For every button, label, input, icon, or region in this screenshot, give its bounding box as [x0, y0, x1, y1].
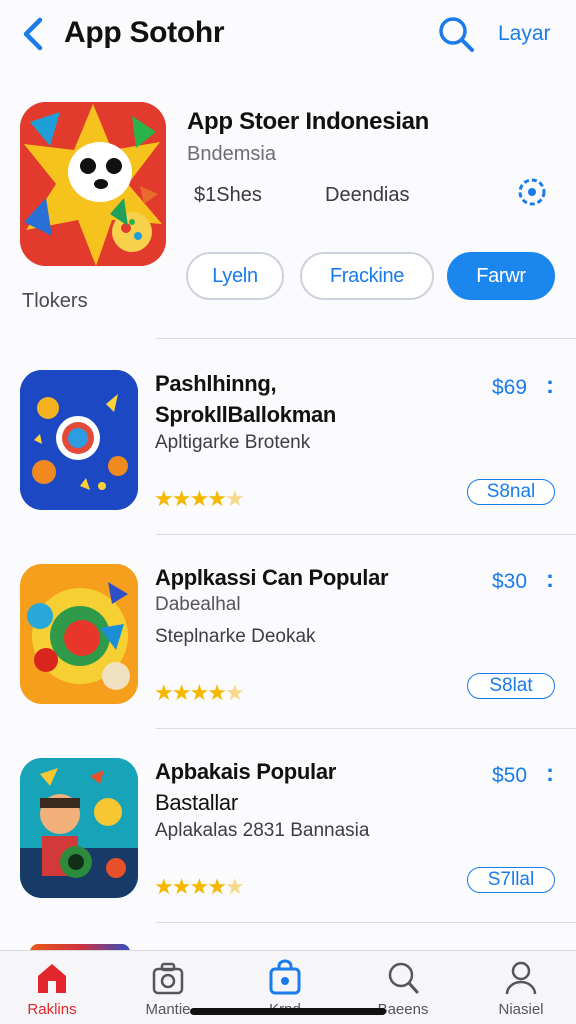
app-icon: [20, 370, 138, 510]
divider: [156, 534, 576, 535]
app-title-line: Pashlhinng,: [155, 371, 277, 396]
featured-button-1[interactable]: Lyeln: [186, 252, 284, 300]
home-indicator: [190, 1008, 386, 1015]
list-item[interactable]: Applkassi Can Popular Dabealhal Steplnar…: [0, 556, 576, 736]
get-button[interactable]: S7llal: [467, 867, 555, 893]
half-star-icon: ★: [224, 486, 245, 511]
featured-app-title: App Stoer Indonesian: [187, 108, 430, 135]
star-icon: ★: [207, 486, 227, 511]
featured-primary-button[interactable]: Farwr: [447, 252, 555, 300]
search-icon: [388, 962, 419, 994]
app-icon: [20, 758, 138, 898]
search-icon[interactable]: [436, 14, 476, 54]
camera-icon: [152, 962, 184, 995]
featured-app-price: $1Shes: [194, 184, 262, 206]
divider: [156, 922, 576, 923]
header-action-link[interactable]: Layar: [498, 22, 551, 46]
featured-app-icon[interactable]: [20, 102, 166, 266]
page-title: App Sotohr: [64, 16, 225, 49]
more-options-icon[interactable]: :: [546, 760, 554, 788]
tab-label: Niasiel: [498, 1001, 544, 1018]
featured-artwork: [20, 102, 166, 266]
more-options-icon[interactable]: :: [546, 566, 554, 594]
app-subtitle: Dabealhal: [155, 594, 241, 615]
star-icon: ★: [154, 680, 174, 705]
home-icon: [38, 964, 66, 993]
app-title-line: Bastallar: [155, 790, 238, 815]
app-artwork: [20, 370, 138, 510]
star-icon: ★: [154, 874, 174, 899]
app-title-line: Apbakais Popular: [155, 759, 337, 784]
section-label: Tlokers: [22, 290, 88, 312]
star-icon: ★: [171, 486, 192, 511]
featured-button-2[interactable]: Frackine: [300, 252, 434, 300]
app-price: $30: [492, 570, 528, 593]
divider: [156, 338, 576, 339]
tab-label: Raklins: [27, 1001, 77, 1018]
back-chevron-icon[interactable]: [16, 14, 50, 54]
person-icon: [505, 961, 537, 995]
app-price: $69: [492, 376, 528, 399]
app-icon: [20, 564, 138, 704]
star-icon: ★: [189, 486, 209, 511]
get-button[interactable]: S8nal: [467, 479, 555, 505]
list-item[interactable]: Apbakais Popular Bastallar Aplakalas 283…: [0, 750, 576, 930]
star-icon: ★: [189, 680, 209, 705]
star-icon: ★: [189, 874, 209, 899]
app-artwork: [20, 758, 138, 898]
rating-stars: ★★★★★: [154, 874, 245, 900]
app-artwork: [20, 564, 138, 704]
tab-profile[interactable]: Niasiel: [476, 959, 566, 1023]
app-category: Aplakalas 2831 Bannasia: [155, 820, 370, 841]
tab-home[interactable]: Raklins: [7, 959, 97, 1023]
get-button[interactable]: S8lat: [467, 673, 555, 699]
rating-stars: ★★★★★: [154, 486, 245, 512]
half-star-icon: ★: [224, 874, 245, 899]
app-category: Apltigarke Brotenk: [155, 432, 311, 453]
app-title: Pashlhinng, SprokllBallokman: [155, 368, 455, 430]
settings-gear-icon[interactable]: [514, 174, 550, 210]
star-icon: ★: [171, 874, 192, 899]
app-category: Steplnarke Deokak: [155, 626, 316, 647]
half-star-icon: ★: [224, 680, 245, 705]
app-title: Apbakais Popular Bastallar: [155, 756, 455, 818]
app-title: Applkassi Can Popular: [155, 562, 455, 593]
header: App Sotohr Layar: [0, 0, 576, 72]
featured-app-subtitle: Bndemsia: [187, 143, 276, 165]
rating-stars: ★★★★★: [154, 680, 245, 706]
more-options-icon[interactable]: :: [546, 372, 554, 400]
star-icon: ★: [154, 486, 174, 511]
app-title-line: Applkassi Can Popular: [155, 565, 389, 590]
app-title-line: SprokllBallokman: [155, 402, 337, 427]
star-icon: ★: [171, 680, 192, 705]
star-icon: ★: [207, 874, 227, 899]
featured-app-downloads: Deendias: [325, 184, 410, 206]
app-price: $50: [492, 764, 528, 787]
list-item[interactable]: Pashlhinng, SprokllBallokman Apltigarke …: [0, 362, 576, 542]
bag-icon: [269, 959, 301, 995]
divider: [156, 728, 576, 729]
star-icon: ★: [207, 680, 227, 705]
tab-label: Mantie: [145, 1001, 191, 1018]
